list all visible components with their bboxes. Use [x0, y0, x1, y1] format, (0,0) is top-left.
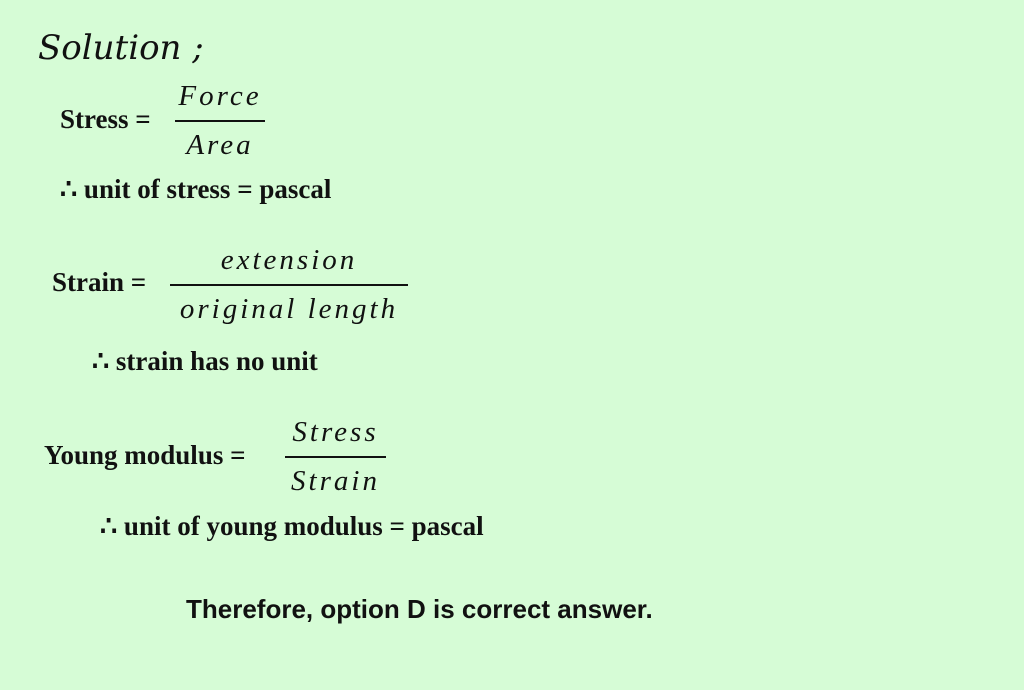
young-denominator: Strain — [291, 465, 380, 497]
strain-fraction: extension original length — [170, 243, 408, 326]
stress-denominator: Area — [186, 129, 254, 161]
young-numerator: Stress — [292, 416, 379, 448]
young-lhs: Young modulus = — [44, 440, 246, 470]
fraction-bar — [285, 456, 386, 458]
strain-numerator: extension — [220, 244, 358, 276]
fraction-bar — [175, 120, 265, 122]
young-fraction: Stress Strain — [285, 415, 386, 498]
stress-lhs: Stress = — [60, 104, 151, 134]
young-conclusion: ∴ unit of young modulus = pascal — [100, 511, 484, 541]
stress-fraction: Force Area — [175, 79, 265, 162]
stress-conclusion: ∴ unit of stress = pascal — [60, 174, 332, 204]
solution-heading: Solution ; — [38, 28, 204, 68]
final-answer: Therefore, option D is correct answer. — [186, 594, 653, 624]
fraction-bar — [170, 284, 408, 286]
strain-lhs: Strain = — [52, 267, 147, 297]
stress-numerator: Force — [178, 80, 262, 112]
strain-conclusion: ∴ strain has no unit — [92, 346, 318, 376]
strain-denominator: original length — [179, 293, 399, 325]
